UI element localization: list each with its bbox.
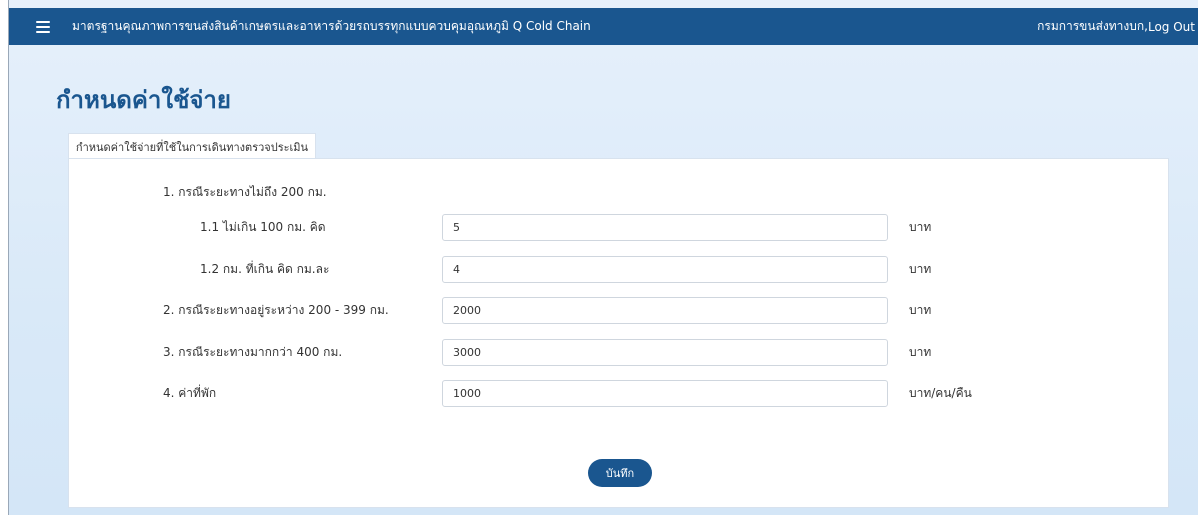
unit-label: บาท/คน/คืน — [909, 386, 972, 400]
row-label: 2. กรณีระยะทางอยู่ระหว่าง 200 - 399 กม. — [163, 303, 389, 317]
expense-form-panel: 1. กรณีระยะทางไม่ถึง 200 กม. 1.1 ไม่เกิน… — [68, 158, 1169, 508]
user-area: กรมการขนส่งทางบก, Log Out — [1037, 8, 1195, 45]
section-heading-distance-under-200: 1. กรณีระยะทางไม่ถึง 200 กม. — [163, 185, 327, 199]
unit-label: บาท — [909, 303, 932, 317]
rate-up-to-100km-input[interactable] — [442, 214, 888, 241]
row-label: 1.1 ไม่เกิน 100 กม. คิด — [200, 220, 326, 234]
save-button[interactable]: บันทึก — [588, 459, 652, 487]
unit-label: บาท — [909, 262, 932, 276]
app-title: มาตรฐานคุณภาพการขนส่งสินค้าเกษตรและอาหาร… — [72, 19, 591, 33]
logout-link[interactable]: Log Out — [1148, 20, 1195, 34]
rate-per-km-over-input[interactable] — [442, 256, 888, 283]
unit-label: บาท — [909, 345, 932, 359]
app-frame: มาตรฐานคุณภาพการขนส่งสินค้าเกษตรและอาหาร… — [8, 0, 1198, 515]
row-label: 1.2 กม. ที่เกิน คิด กม.ละ — [200, 262, 330, 276]
unit-label: บาท — [909, 220, 932, 234]
form-row-1-1: 1.1 ไม่เกิน 100 กม. คิด บาท — [69, 214, 1170, 241]
form-row-3: 3. กรณีระยะทางมากกว่า 400 กม. บาท — [69, 339, 1170, 366]
accommodation-rate-input[interactable] — [442, 380, 888, 407]
hamburger-menu-icon[interactable] — [36, 20, 50, 33]
top-navbar: มาตรฐานคุณภาพการขนส่งสินค้าเกษตรและอาหาร… — [9, 8, 1198, 45]
tab-travel-expenses[interactable]: กำหนดค่าใช้จ่ายที่ใช้ในการเดินทางตรวจประ… — [68, 133, 316, 159]
form-row-1-2: 1.2 กม. ที่เกิน คิด กม.ละ บาท — [69, 256, 1170, 283]
user-name: กรมการขนส่งทางบก, — [1037, 19, 1148, 33]
row-label: 4. ค่าที่พัก — [163, 386, 217, 400]
page-title: กำหนดค่าใช้จ่าย — [56, 86, 231, 114]
row-label: 3. กรณีระยะทางมากกว่า 400 กม. — [163, 345, 343, 359]
form-row-2: 2. กรณีระยะทางอยู่ระหว่าง 200 - 399 กม. … — [69, 297, 1170, 324]
form-row-4: 4. ค่าที่พัก บาท/คน/คืน — [69, 380, 1170, 407]
rate-over-400km-input[interactable] — [442, 339, 888, 366]
rate-200-399km-input[interactable] — [442, 297, 888, 324]
